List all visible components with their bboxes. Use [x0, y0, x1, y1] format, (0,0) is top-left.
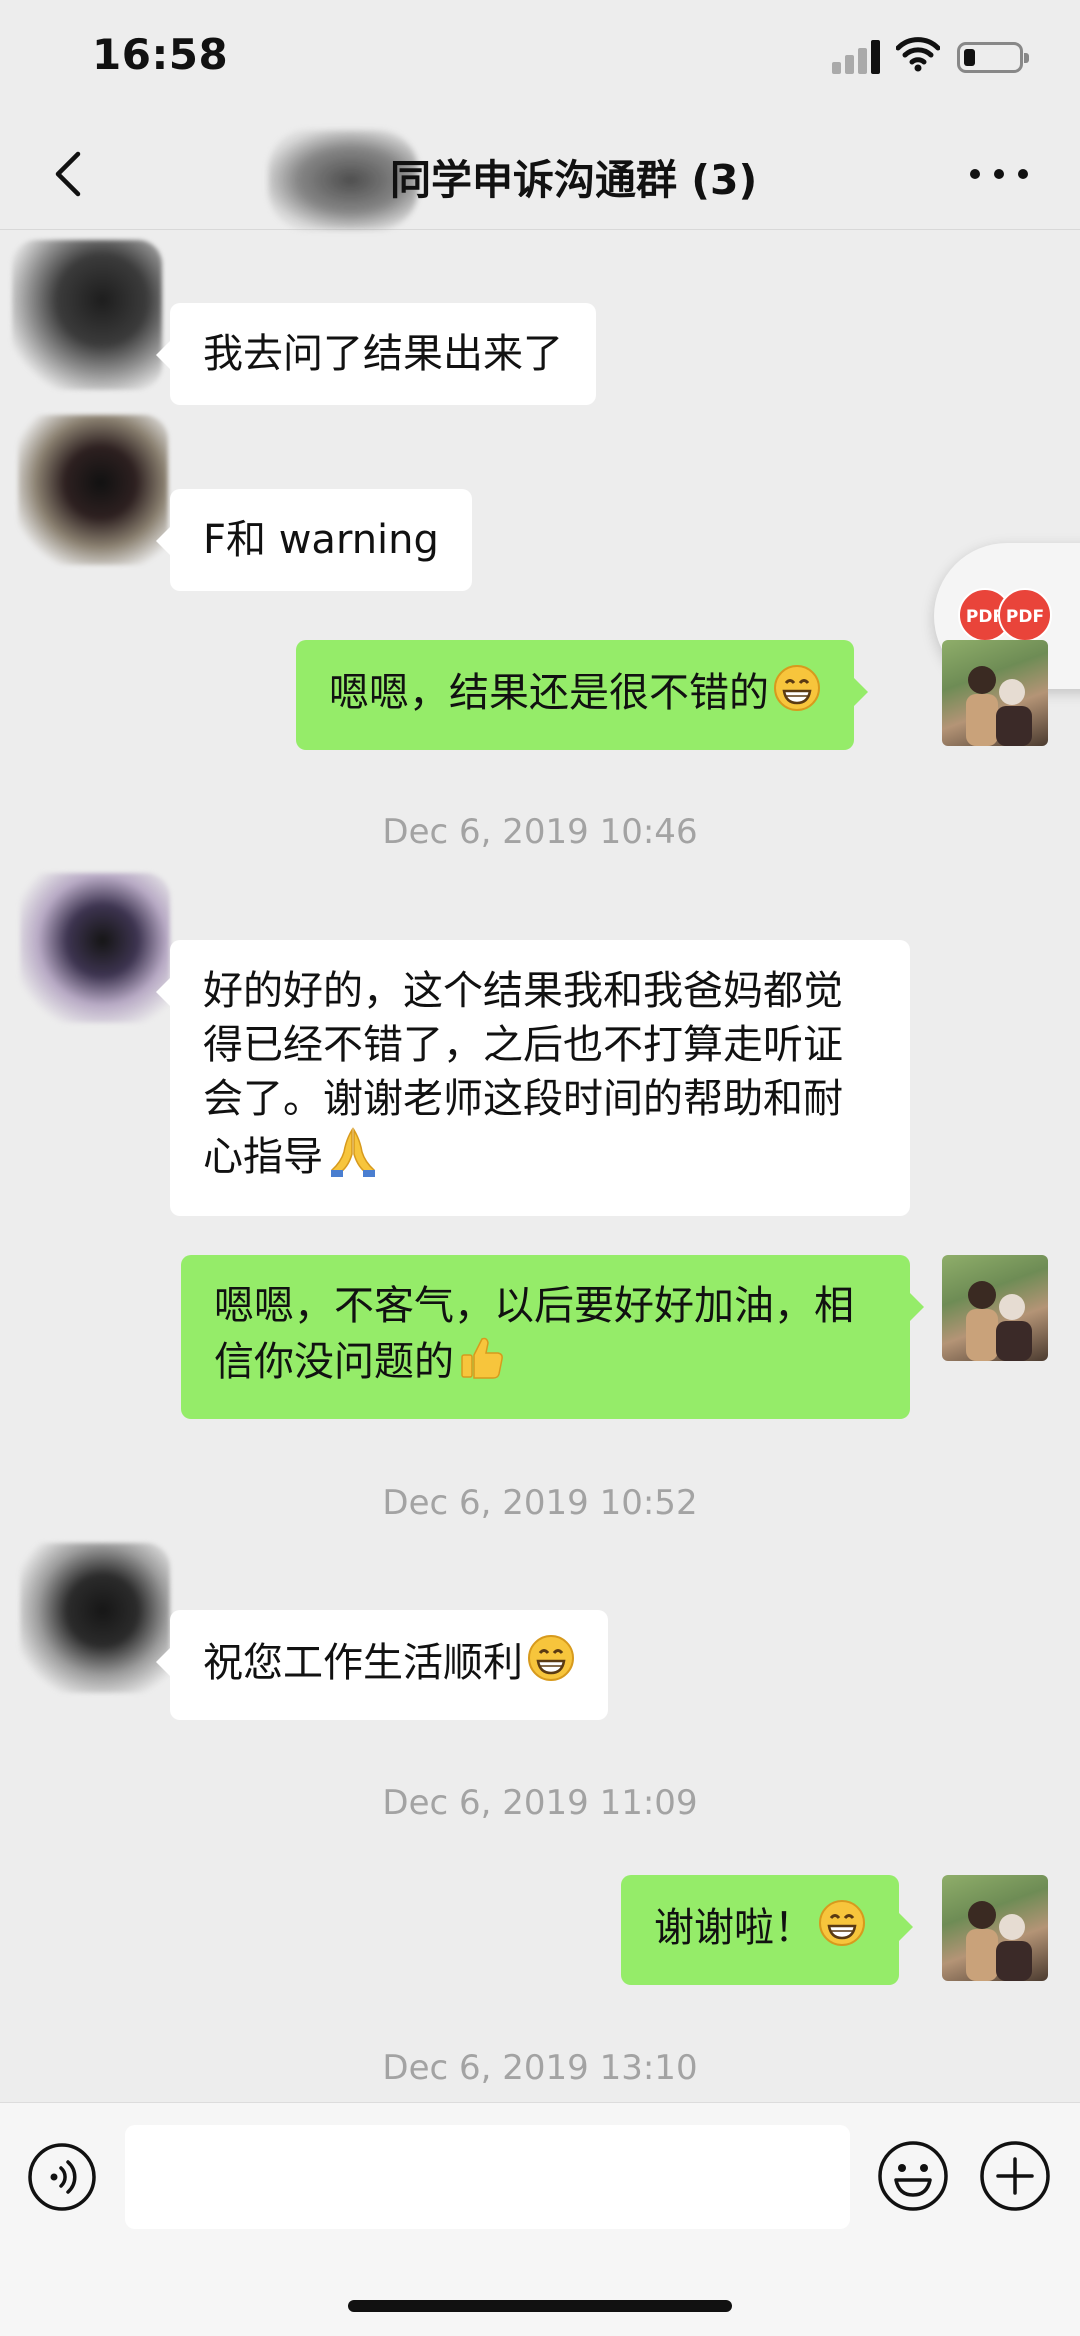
emoji-button[interactable]: [876, 2139, 950, 2213]
voice-button[interactable]: [26, 2141, 98, 2213]
chevron-left-icon: [55, 151, 81, 197]
message-bubble[interactable]: 我去问了结果出来了: [156, 303, 596, 405]
avatar[interactable]: [942, 1875, 1048, 1981]
avatar[interactable]: [20, 1543, 170, 1693]
message-input[interactable]: [125, 2125, 850, 2229]
message-bubble[interactable]: 谢谢啦！: [621, 1875, 913, 1985]
chat-header: 同学申诉沟通群 (3): [0, 118, 1080, 230]
timestamp: Dec 6, 2019 11:09: [382, 1783, 698, 1823]
message-text: 我去问了结果出来了: [203, 331, 563, 377]
avatar[interactable]: [942, 1255, 1048, 1361]
timestamp: Dec 6, 2019 13:10: [382, 2048, 698, 2088]
message-text: 嗯嗯，结果还是很不错的: [329, 664, 821, 726]
status-time: 16:58: [92, 30, 229, 79]
avatar[interactable]: [20, 873, 170, 1023]
grin-emoji-icon: [773, 664, 821, 726]
message-bubble[interactable]: 嗯嗯，结果还是很不错的: [296, 640, 868, 750]
home-indicator[interactable]: [348, 2300, 732, 2312]
message-bubble[interactable]: 好的好的，这个结果我和我爸妈都觉得已经不错了，之后也不打算走听证会了。谢谢老师这…: [156, 940, 910, 1216]
message-text: 谢谢啦！: [654, 1899, 866, 1961]
message-text: 嗯嗯，不客气，以后要好好加油，相信你没问题的: [214, 1279, 877, 1395]
avatar-photo-icon: [966, 666, 1032, 746]
timestamp: Dec 6, 2019 10:46: [382, 812, 698, 852]
message-bubble[interactable]: 嗯嗯，不客气，以后要好好加油，相信你没问题的: [181, 1255, 924, 1419]
message-bubble[interactable]: F和 warning: [156, 489, 472, 591]
avatar-photo-icon: [966, 1901, 1032, 1981]
avatar[interactable]: [18, 415, 168, 565]
avatar-photo-icon: [966, 1281, 1032, 1361]
status-bar: 16:58: [0, 0, 1080, 118]
emoji-face-icon: [878, 2141, 948, 2211]
pray-emoji-icon: [327, 1126, 379, 1192]
message-text: 好的好的，这个结果我和我爸妈都觉得已经不错了，之后也不打算走听证会了。谢谢老师这…: [203, 964, 877, 1192]
thumbs-up-emoji-icon: [458, 1333, 506, 1395]
grin-emoji-icon: [818, 1899, 866, 1961]
cellular-signal-icon: [832, 40, 880, 74]
message-text: F和 warning: [203, 517, 439, 563]
plus-button[interactable]: [978, 2139, 1052, 2213]
more-dots-icon: [970, 169, 1028, 179]
avatar[interactable]: [12, 240, 162, 390]
group-title: 同学申诉沟通群 (3): [390, 156, 758, 204]
battery-icon: [957, 42, 1029, 73]
back-button[interactable]: [44, 146, 94, 202]
message-text: 祝您工作生活顺利: [203, 1634, 575, 1696]
message-bubble[interactable]: 祝您工作生活顺利: [156, 1610, 608, 1720]
wifi-icon: [896, 37, 940, 72]
avatar[interactable]: [942, 640, 1048, 746]
pdf-badge: PDF: [998, 588, 1052, 642]
grin-emoji-icon: [527, 1634, 575, 1696]
plus-icon: [980, 2141, 1050, 2211]
more-button[interactable]: [964, 154, 1034, 194]
timestamp: Dec 6, 2019 10:52: [382, 1483, 698, 1523]
voice-icon: [28, 2143, 96, 2211]
